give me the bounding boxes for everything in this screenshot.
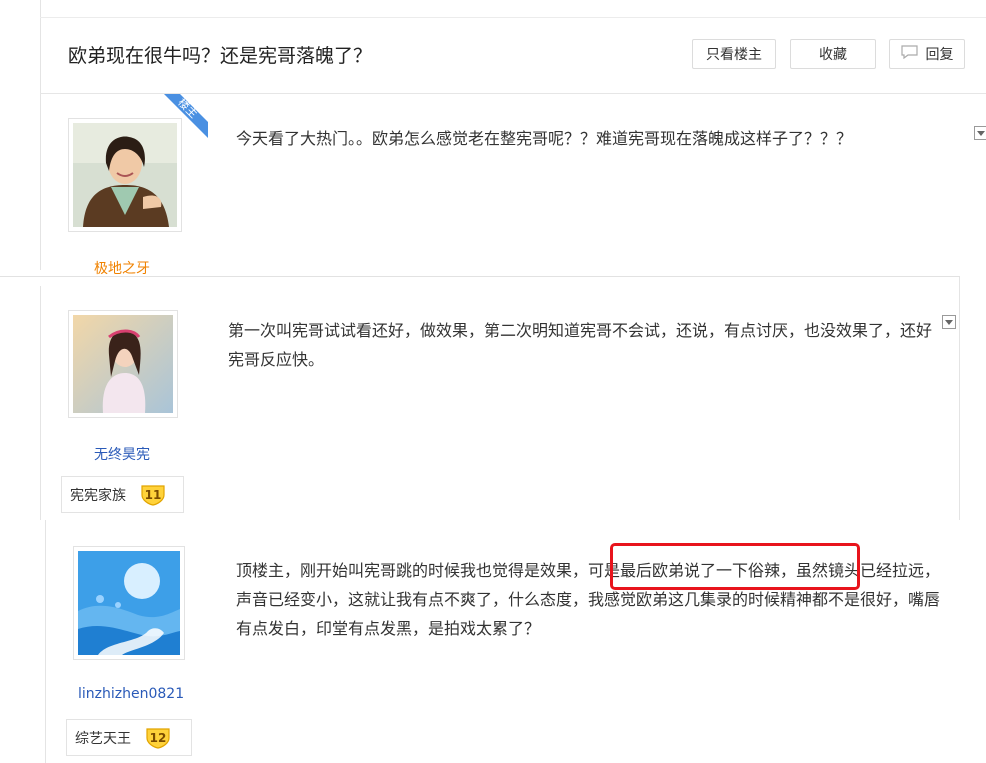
comment-icon — [900, 45, 918, 63]
level-number: 12 — [149, 730, 167, 745]
fan-group-badge-post-3[interactable]: 综艺天王 12 — [66, 719, 192, 756]
chevron-down-icon — [945, 319, 953, 325]
avatar-image — [73, 123, 177, 227]
frame-border-left — [40, 0, 41, 270]
highlight-annotation-box — [610, 543, 860, 590]
chevron-down-icon — [977, 130, 985, 136]
post-2-content: 第一次叫宪哥试试看还好，做效果，第二次明知道宪哥不会试，还说，有点讨厌，也没效果… — [228, 321, 933, 369]
fan-group-name: 综艺天王 — [75, 730, 131, 747]
level-number: 11 — [144, 487, 162, 502]
username-post-2[interactable]: 无终昊宪 — [94, 444, 150, 464]
reply-button[interactable]: 回复 — [889, 39, 965, 69]
avatar-post-3[interactable] — [73, 546, 185, 660]
avatar-post-2[interactable] — [68, 310, 178, 418]
username-post-1[interactable]: 极地之牙 — [94, 258, 150, 278]
username-post-3[interactable]: linzhizhen0821 — [78, 686, 184, 702]
thread-title: 欧弟现在很牛吗？还是宪哥落魄了？ — [68, 45, 373, 67]
reply-button-label: 回复 — [925, 47, 954, 63]
fan-group-badge-post-2[interactable]: 宪宪家族 11 — [61, 476, 184, 513]
post-3-text-before: 顶楼主，刚开始叫宪哥跳的时候我也觉得是效果， — [236, 561, 589, 580]
only-op-button[interactable]: 只看楼主 — [692, 39, 776, 69]
post-3-border-left — [45, 520, 46, 763]
avatar-image — [78, 551, 180, 655]
avatar-image — [73, 315, 173, 413]
level-badge: 12 — [145, 727, 171, 749]
fan-group-name: 宪宪家族 — [70, 487, 126, 504]
op-corner-badge: 楼主 — [164, 94, 208, 138]
frame-border-top — [40, 17, 986, 18]
post-2-border-left — [40, 286, 41, 520]
favorite-button[interactable]: 收藏 — [790, 39, 876, 69]
collapse-toggle-post-1[interactable] — [974, 126, 986, 140]
post-divider — [0, 276, 960, 277]
collapse-toggle-post-2[interactable] — [942, 315, 956, 329]
post-1-content: 今天看了大热门。。欧弟怎么感觉老在整宪哥呢？？难道宪哥现在落魄成这样子了？？？ — [236, 129, 853, 148]
post-2-border-right — [959, 277, 960, 520]
level-badge: 11 — [140, 484, 166, 506]
